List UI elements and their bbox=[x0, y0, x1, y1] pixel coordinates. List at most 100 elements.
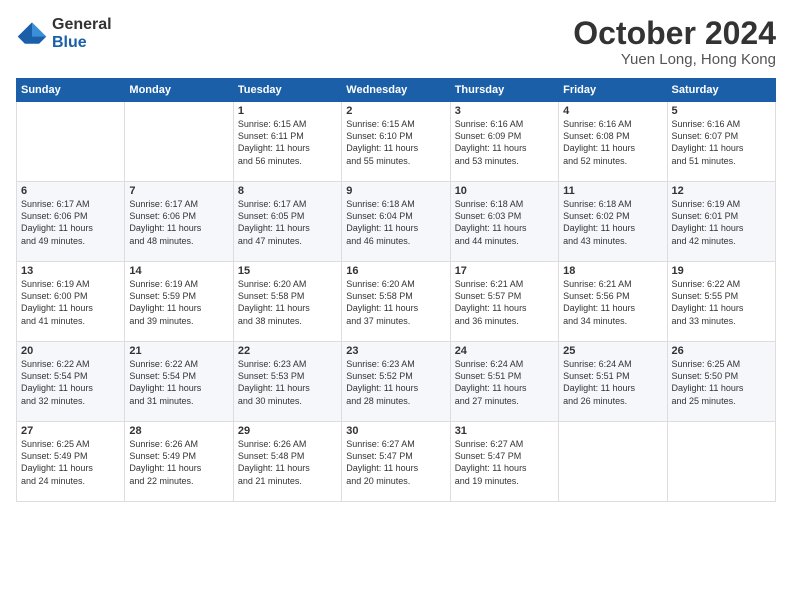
day-number: 27 bbox=[21, 425, 120, 437]
table-row: 6Sunrise: 6:17 AM Sunset: 6:06 PM Daylig… bbox=[17, 182, 125, 262]
day-number: 18 bbox=[563, 265, 662, 277]
day-number: 14 bbox=[129, 265, 228, 277]
table-row bbox=[125, 102, 233, 182]
day-info: Sunrise: 6:21 AM Sunset: 5:57 PM Dayligh… bbox=[455, 278, 554, 327]
table-row: 15Sunrise: 6:20 AM Sunset: 5:58 PM Dayli… bbox=[233, 262, 341, 342]
day-info: Sunrise: 6:19 AM Sunset: 5:59 PM Dayligh… bbox=[129, 278, 228, 327]
header-wednesday: Wednesday bbox=[342, 79, 450, 102]
day-info: Sunrise: 6:26 AM Sunset: 5:49 PM Dayligh… bbox=[129, 438, 228, 487]
table-row: 25Sunrise: 6:24 AM Sunset: 5:51 PM Dayli… bbox=[559, 342, 667, 422]
day-number: 20 bbox=[21, 345, 120, 357]
day-info: Sunrise: 6:24 AM Sunset: 5:51 PM Dayligh… bbox=[455, 358, 554, 407]
header-friday: Friday bbox=[559, 79, 667, 102]
month-title: October 2024 bbox=[573, 16, 776, 51]
logo-blue: Blue bbox=[52, 34, 112, 52]
header-sunday: Sunday bbox=[17, 79, 125, 102]
day-number: 9 bbox=[346, 185, 445, 197]
day-info: Sunrise: 6:24 AM Sunset: 5:51 PM Dayligh… bbox=[563, 358, 662, 407]
calendar-week-row: 6Sunrise: 6:17 AM Sunset: 6:06 PM Daylig… bbox=[17, 182, 776, 262]
day-number: 4 bbox=[563, 105, 662, 117]
day-number: 25 bbox=[563, 345, 662, 357]
table-row: 16Sunrise: 6:20 AM Sunset: 5:58 PM Dayli… bbox=[342, 262, 450, 342]
header-saturday: Saturday bbox=[667, 79, 775, 102]
day-number: 17 bbox=[455, 265, 554, 277]
day-info: Sunrise: 6:20 AM Sunset: 5:58 PM Dayligh… bbox=[346, 278, 445, 327]
day-info: Sunrise: 6:23 AM Sunset: 5:52 PM Dayligh… bbox=[346, 358, 445, 407]
table-row: 4Sunrise: 6:16 AM Sunset: 6:08 PM Daylig… bbox=[559, 102, 667, 182]
day-number: 24 bbox=[455, 345, 554, 357]
day-info: Sunrise: 6:16 AM Sunset: 6:09 PM Dayligh… bbox=[455, 118, 554, 167]
day-info: Sunrise: 6:18 AM Sunset: 6:03 PM Dayligh… bbox=[455, 198, 554, 247]
day-number: 21 bbox=[129, 345, 228, 357]
day-info: Sunrise: 6:16 AM Sunset: 6:07 PM Dayligh… bbox=[672, 118, 771, 167]
day-info: Sunrise: 6:15 AM Sunset: 6:11 PM Dayligh… bbox=[238, 118, 337, 167]
logo-general: General bbox=[52, 16, 112, 34]
day-info: Sunrise: 6:27 AM Sunset: 5:47 PM Dayligh… bbox=[346, 438, 445, 487]
day-number: 7 bbox=[129, 185, 228, 197]
day-number: 6 bbox=[21, 185, 120, 197]
table-row bbox=[559, 422, 667, 502]
day-info: Sunrise: 6:19 AM Sunset: 6:00 PM Dayligh… bbox=[21, 278, 120, 327]
day-info: Sunrise: 6:22 AM Sunset: 5:54 PM Dayligh… bbox=[21, 358, 120, 407]
header-monday: Monday bbox=[125, 79, 233, 102]
day-number: 19 bbox=[672, 265, 771, 277]
day-number: 30 bbox=[346, 425, 445, 437]
table-row: 13Sunrise: 6:19 AM Sunset: 6:00 PM Dayli… bbox=[17, 262, 125, 342]
day-info: Sunrise: 6:26 AM Sunset: 5:48 PM Dayligh… bbox=[238, 438, 337, 487]
day-number: 1 bbox=[238, 105, 337, 117]
table-row: 26Sunrise: 6:25 AM Sunset: 5:50 PM Dayli… bbox=[667, 342, 775, 422]
table-row: 11Sunrise: 6:18 AM Sunset: 6:02 PM Dayli… bbox=[559, 182, 667, 262]
title-area: October 2024 Yuen Long, Hong Kong bbox=[573, 16, 776, 68]
day-info: Sunrise: 6:19 AM Sunset: 6:01 PM Dayligh… bbox=[672, 198, 771, 247]
header-tuesday: Tuesday bbox=[233, 79, 341, 102]
table-row: 21Sunrise: 6:22 AM Sunset: 5:54 PM Dayli… bbox=[125, 342, 233, 422]
table-row: 17Sunrise: 6:21 AM Sunset: 5:57 PM Dayli… bbox=[450, 262, 558, 342]
day-info: Sunrise: 6:21 AM Sunset: 5:56 PM Dayligh… bbox=[563, 278, 662, 327]
day-number: 10 bbox=[455, 185, 554, 197]
table-row: 5Sunrise: 6:16 AM Sunset: 6:07 PM Daylig… bbox=[667, 102, 775, 182]
day-info: Sunrise: 6:18 AM Sunset: 6:04 PM Dayligh… bbox=[346, 198, 445, 247]
day-info: Sunrise: 6:17 AM Sunset: 6:05 PM Dayligh… bbox=[238, 198, 337, 247]
day-number: 11 bbox=[563, 185, 662, 197]
table-row: 10Sunrise: 6:18 AM Sunset: 6:03 PM Dayli… bbox=[450, 182, 558, 262]
day-number: 15 bbox=[238, 265, 337, 277]
calendar-week-row: 1Sunrise: 6:15 AM Sunset: 6:11 PM Daylig… bbox=[17, 102, 776, 182]
calendar-week-row: 13Sunrise: 6:19 AM Sunset: 6:00 PM Dayli… bbox=[17, 262, 776, 342]
table-row: 19Sunrise: 6:22 AM Sunset: 5:55 PM Dayli… bbox=[667, 262, 775, 342]
day-info: Sunrise: 6:18 AM Sunset: 6:02 PM Dayligh… bbox=[563, 198, 662, 247]
header: General Blue October 2024 Yuen Long, Hon… bbox=[16, 16, 776, 68]
day-info: Sunrise: 6:15 AM Sunset: 6:10 PM Dayligh… bbox=[346, 118, 445, 167]
table-row: 3Sunrise: 6:16 AM Sunset: 6:09 PM Daylig… bbox=[450, 102, 558, 182]
calendar-week-row: 27Sunrise: 6:25 AM Sunset: 5:49 PM Dayli… bbox=[17, 422, 776, 502]
calendar-header-row: Sunday Monday Tuesday Wednesday Thursday… bbox=[17, 79, 776, 102]
day-info: Sunrise: 6:16 AM Sunset: 6:08 PM Dayligh… bbox=[563, 118, 662, 167]
table-row: 2Sunrise: 6:15 AM Sunset: 6:10 PM Daylig… bbox=[342, 102, 450, 182]
day-info: Sunrise: 6:20 AM Sunset: 5:58 PM Dayligh… bbox=[238, 278, 337, 327]
header-thursday: Thursday bbox=[450, 79, 558, 102]
calendar-week-row: 20Sunrise: 6:22 AM Sunset: 5:54 PM Dayli… bbox=[17, 342, 776, 422]
day-number: 12 bbox=[672, 185, 771, 197]
table-row: 31Sunrise: 6:27 AM Sunset: 5:47 PM Dayli… bbox=[450, 422, 558, 502]
table-row: 12Sunrise: 6:19 AM Sunset: 6:01 PM Dayli… bbox=[667, 182, 775, 262]
logo-icon bbox=[16, 20, 48, 48]
table-row: 27Sunrise: 6:25 AM Sunset: 5:49 PM Dayli… bbox=[17, 422, 125, 502]
day-info: Sunrise: 6:27 AM Sunset: 5:47 PM Dayligh… bbox=[455, 438, 554, 487]
day-number: 22 bbox=[238, 345, 337, 357]
day-number: 16 bbox=[346, 265, 445, 277]
day-info: Sunrise: 6:22 AM Sunset: 5:55 PM Dayligh… bbox=[672, 278, 771, 327]
day-number: 8 bbox=[238, 185, 337, 197]
day-info: Sunrise: 6:23 AM Sunset: 5:53 PM Dayligh… bbox=[238, 358, 337, 407]
logo-text: General Blue bbox=[52, 16, 112, 51]
day-info: Sunrise: 6:25 AM Sunset: 5:49 PM Dayligh… bbox=[21, 438, 120, 487]
day-number: 23 bbox=[346, 345, 445, 357]
table-row bbox=[667, 422, 775, 502]
table-row: 23Sunrise: 6:23 AM Sunset: 5:52 PM Dayli… bbox=[342, 342, 450, 422]
day-info: Sunrise: 6:22 AM Sunset: 5:54 PM Dayligh… bbox=[129, 358, 228, 407]
table-row bbox=[17, 102, 125, 182]
table-row: 8Sunrise: 6:17 AM Sunset: 6:05 PM Daylig… bbox=[233, 182, 341, 262]
page: General Blue October 2024 Yuen Long, Hon… bbox=[0, 0, 792, 612]
table-row: 22Sunrise: 6:23 AM Sunset: 5:53 PM Dayli… bbox=[233, 342, 341, 422]
table-row: 30Sunrise: 6:27 AM Sunset: 5:47 PM Dayli… bbox=[342, 422, 450, 502]
logo: General Blue bbox=[16, 16, 112, 51]
day-number: 28 bbox=[129, 425, 228, 437]
